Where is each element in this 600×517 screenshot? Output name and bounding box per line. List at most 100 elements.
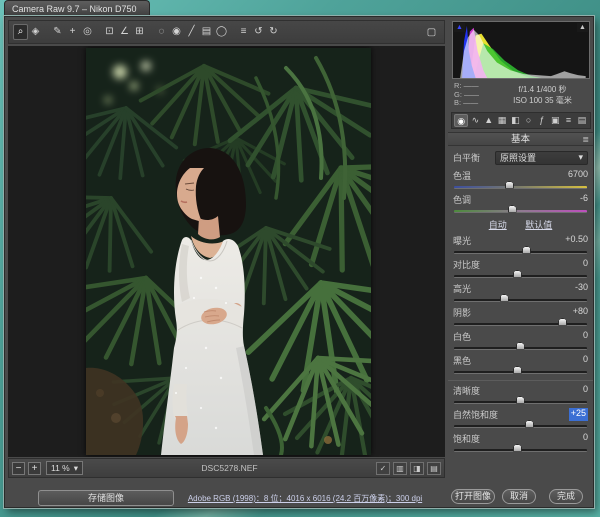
slider-label-blacks: 黑色 [453,354,471,367]
slider-label-temperature: 色温 [453,169,471,182]
temperature-slider[interactable] [454,186,587,189]
histogram[interactable]: ▲ ▲ [452,21,590,79]
preferences-icon[interactable]: ≡ [236,24,251,40]
window-title[interactable]: Camera Raw 9.7 – Nikon D750 [4,0,150,17]
rotate-right-icon[interactable]: ↻ [266,24,281,40]
slider-thumb[interactable] [522,246,531,254]
slider-thumb[interactable] [558,318,567,326]
image-preview-area[interactable] [8,46,445,457]
open-image-button[interactable]: 打开图像 [451,489,495,504]
vibrance-slider[interactable] [454,425,587,428]
transform-tool-icon[interactable]: ⊞ [132,24,147,40]
adjustments-panel: ▲ ▲ R: —— G: —— B: —— f/1.4 1/400 秒 ISO … [448,20,593,482]
tab-camera-calibration[interactable]: ▣ [549,114,561,127]
slider-value-tint[interactable]: -6 [580,193,588,206]
chevron-down-icon: ▾ [74,462,78,474]
workflow-options-link[interactable]: Adobe RGB (1998)：8 位；4016 x 6016 (24.2 百… [173,493,437,504]
slider-value-vibrance[interactable]: +25 [569,408,588,421]
adjustment-brush-icon[interactable]: ╱ [184,24,199,40]
white-balance-eyedropper-icon[interactable]: ✎ [50,24,65,40]
highlights-slider[interactable] [454,299,587,302]
tab-detail[interactable]: ▲ [483,114,495,127]
filename-label: DSC5278.NEF [83,463,376,473]
exposure-info-line2: ISO 100 35 毫米 [494,95,591,106]
color-sampler-icon[interactable]: + [65,24,80,40]
tab-basic[interactable]: ◉ [454,114,468,127]
slider-value-highlights[interactable]: -30 [575,282,588,295]
zoom-tool-icon[interactable]: ⌕ [13,24,28,40]
slider-thumb[interactable] [513,366,522,374]
tab-effects[interactable]: ƒ [536,114,548,127]
hand-tool-icon[interactable]: ◈ [28,24,43,40]
slider-value-exposure[interactable]: +0.50 [565,234,588,247]
photo-illustration[interactable] [86,48,371,455]
exposure-info-line1: f/1.4 1/400 秒 [494,84,591,95]
slider-thumb[interactable] [513,270,522,278]
slider-value-clarity[interactable]: 0 [583,384,588,397]
shadows-slider[interactable] [454,323,587,326]
slider-value-saturation[interactable]: 0 [583,432,588,445]
split-view-icon[interactable]: ◨ [410,462,424,475]
slider-label-clarity: 清晰度 [453,384,480,397]
panel-title-text: 基本 [511,134,530,145]
white-balance-value: 原照设置 [500,151,536,164]
camera-raw-dialog: ⌕ ◈ ✎ + ◎ ⊡ ∠ ⊞ ◌ ◉ ╱ ▤ ◯ ≡ ↺ ↻ ▢ [4,16,594,508]
preview-toggle-checkbox[interactable]: ✓ [376,462,390,475]
straighten-tool-icon[interactable]: ∠ [117,24,132,40]
slider-thumb[interactable] [505,181,514,189]
tab-presets[interactable]: ≡ [562,114,574,127]
tab-snapshots[interactable]: ▤ [576,114,588,127]
statusbar: − + 11 % ▾ DSC5278.NEF ✓ ▥ ◨ ▤ [8,458,445,478]
zoom-out-button[interactable]: − [12,462,25,475]
red-eye-icon[interactable]: ◉ [169,24,184,40]
slider-thumb[interactable] [516,342,525,350]
tab-hsl[interactable]: ▦ [496,114,508,127]
shadow-clipping-indicator[interactable]: ▲ [454,23,465,32]
panel-menu-icon[interactable]: ≣ [582,133,589,147]
slider-label-exposure: 曝光 [453,234,471,247]
slider-thumb[interactable] [525,420,534,428]
spot-removal-icon[interactable]: ◌ [154,24,169,40]
default-link[interactable]: 默认值 [525,220,552,230]
tab-lens-corrections[interactable]: ○ [522,114,534,127]
highlight-clipping-indicator[interactable]: ▲ [577,23,588,32]
whites-slider[interactable] [454,347,587,350]
slider-value-contrast[interactable]: 0 [583,258,588,271]
zoom-in-button[interactable]: + [28,462,41,475]
cancel-button[interactable]: 取消 [502,489,536,504]
slider-label-shadows: 阴影 [453,306,471,319]
slider-value-blacks[interactable]: 0 [583,354,588,367]
targeted-adjustment-icon[interactable]: ◎ [80,24,95,40]
white-balance-select[interactable]: 原照设置 ▾ [495,151,588,165]
slider-value-whites[interactable]: 0 [583,330,588,343]
white-balance-label: 白平衡 [453,151,495,164]
fullscreen-toggle-icon[interactable]: ▢ [424,25,439,41]
blacks-slider[interactable] [454,371,587,374]
rotate-left-icon[interactable]: ↺ [251,24,266,40]
zoom-level-value: 11 % [51,462,70,474]
toolbar: ⌕ ◈ ✎ + ◎ ⊡ ∠ ⊞ ◌ ◉ ╱ ▤ ◯ ≡ ↺ ↻ ▢ [8,20,445,44]
slider-thumb[interactable] [500,294,509,302]
exif-readout: R: —— G: —— B: —— f/1.4 1/400 秒 ISO 100 … [454,82,591,108]
tab-split-toning[interactable]: ◧ [509,114,521,127]
saturation-slider[interactable] [454,449,587,452]
save-image-button[interactable]: 存储图像 [38,490,174,506]
graduated-filter-icon[interactable]: ▤ [199,24,214,40]
slider-thumb[interactable] [513,444,522,452]
radial-filter-icon[interactable]: ◯ [214,24,229,40]
tab-tone-curve[interactable]: ∿ [469,114,481,127]
view-settings-icon[interactable]: ▤ [427,462,441,475]
auto-link[interactable]: 自动 [489,220,507,230]
clarity-slider[interactable] [454,401,587,404]
contrast-slider[interactable] [454,275,587,278]
before-after-view-icon[interactable]: ▥ [393,462,407,475]
slider-value-temperature[interactable]: 6700 [568,169,588,182]
crop-tool-icon[interactable]: ⊡ [102,24,117,40]
slider-thumb[interactable] [516,396,525,404]
zoom-level-select[interactable]: 11 % ▾ [46,461,83,475]
slider-thumb[interactable] [508,205,517,213]
tint-slider[interactable] [454,210,587,213]
done-button[interactable]: 完成 [549,489,583,504]
slider-value-shadows[interactable]: +80 [573,306,588,319]
exposure-slider[interactable] [454,251,587,254]
